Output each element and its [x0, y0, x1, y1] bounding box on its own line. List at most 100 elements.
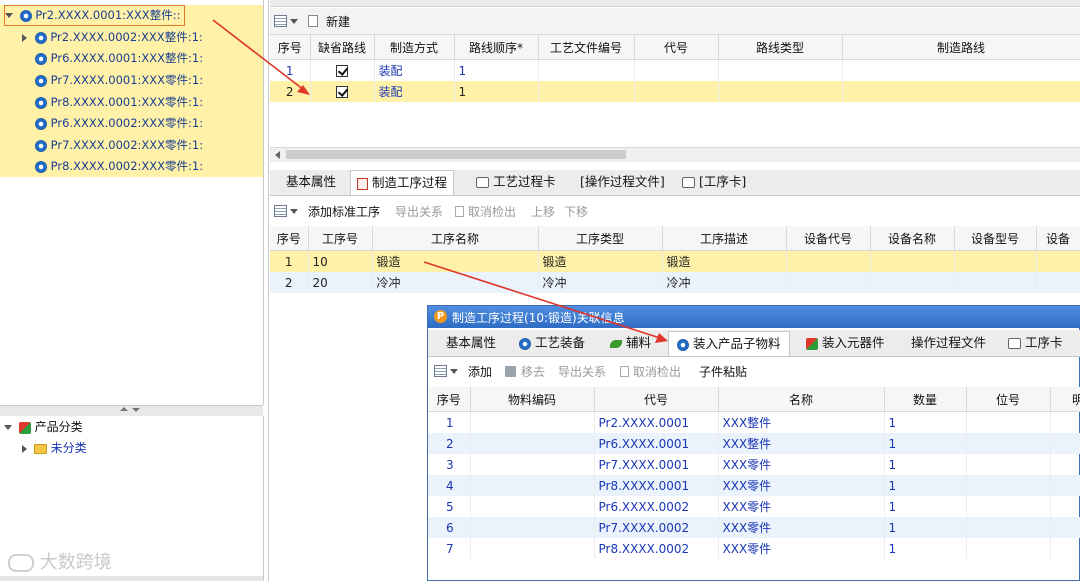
list-view-icon[interactable] — [274, 15, 287, 27]
col-header[interactable]: 制造方式 — [374, 35, 455, 60]
tree-item[interactable]: Pr7.XXXX.0002:XXX零件:1: — [35, 135, 203, 156]
tab-materials[interactable]: 辅料 — [610, 331, 651, 355]
expand-down-icon[interactable] — [5, 13, 13, 18]
splitter-up-icon[interactable] — [120, 407, 128, 411]
dropdown-icon[interactable] — [450, 369, 458, 374]
remove-button[interactable]: 移去 — [521, 363, 545, 380]
table-row[interactable]: 5 Pr6.XXXX.0002 XXX零件 1 — [428, 496, 1080, 517]
tab-sub-materials[interactable]: 装入产品子物料 — [668, 331, 790, 356]
cell-name: XXX零件 — [718, 475, 885, 496]
tab-process-card[interactable]: 工艺过程卡 — [476, 170, 556, 194]
cancel-checkout-button[interactable]: 取消检出 — [468, 203, 516, 220]
tree-item-label: Pr2.XXXX.0001:XXX整件:: — [35, 8, 181, 22]
col-header[interactable]: 工序名称 — [372, 226, 539, 251]
col-header[interactable]: 设备代号 — [786, 226, 871, 251]
cell-seq: 4 — [428, 475, 471, 496]
tab-basic-props[interactable]: 基本属性 — [286, 170, 336, 194]
scroll-thumb[interactable] — [286, 150, 626, 159]
add-standard-step-button[interactable]: 添加标准工序 — [308, 203, 380, 220]
default-checkbox[interactable] — [336, 86, 348, 98]
table-row[interactable]: 7 Pr8.XXXX.0002 XXX零件 1 — [428, 538, 1080, 559]
col-header[interactable]: 路线顺序* — [454, 35, 539, 60]
col-header[interactable]: 数量 — [884, 387, 967, 412]
expand-right-icon[interactable] — [22, 33, 27, 42]
dialog-grid: 序号 物料编码 代号 名称 数量 位号 明细 1 Pr2.XXXX.0001 X… — [428, 387, 1080, 577]
tree-item[interactable]: Pr6.XXXX.0001:XXX整件:1: — [35, 48, 203, 69]
watermark-logo-icon — [8, 554, 34, 572]
bottom-scrollbar[interactable] — [0, 576, 263, 581]
category-root[interactable]: 产品分类 — [4, 417, 83, 437]
expand-right-icon[interactable] — [22, 444, 27, 453]
col-header[interactable]: 明细 — [1050, 387, 1080, 412]
paste-children-button[interactable]: 子件粘贴 — [699, 363, 747, 380]
table-row[interactable]: 4 Pr8.XXXX.0001 XXX零件 1 — [428, 475, 1080, 496]
list-view-icon[interactable] — [434, 365, 447, 377]
col-header[interactable]: 序号 — [270, 226, 309, 251]
splitter-down-icon[interactable] — [132, 408, 140, 412]
table-row-selected[interactable]: 1 10 锻造 锻造 锻造 — [270, 250, 1080, 272]
cell-name: XXX零件 — [718, 538, 885, 559]
tree-item[interactable]: Pr6.XXXX.0002:XXX零件:1: — [35, 113, 203, 134]
col-header[interactable]: 设备型号 — [954, 226, 1037, 251]
new-button[interactable]: 新建 — [326, 13, 350, 30]
scroll-left-icon[interactable] — [275, 151, 280, 159]
move-up-button[interactable]: 上移 — [531, 203, 555, 220]
tab-basic-props[interactable]: 基本属性 — [446, 331, 496, 355]
tab-process[interactable]: 制造工序过程 — [350, 170, 454, 195]
cell-code: Pr8.XXXX.0001 — [594, 475, 719, 496]
col-header[interactable]: 工序类型 — [538, 226, 663, 251]
export-relation-button[interactable]: 导出关系 — [395, 203, 443, 220]
list-view-icon[interactable] — [274, 205, 287, 217]
watermark-text: 大数跨境 — [39, 552, 112, 573]
expand-down-icon[interactable] — [4, 425, 12, 430]
tree-item[interactable]: Pr8.XXXX.0002:XXX零件:1: — [35, 156, 203, 177]
export-relation-button[interactable]: 导出关系 — [558, 363, 606, 380]
checkin-icon — [455, 206, 464, 217]
tree-item[interactable]: Pr7.XXXX.0001:XXX零件:1: — [35, 70, 203, 91]
watermark: 大数跨境 — [8, 548, 112, 574]
dropdown-icon[interactable] — [290, 209, 298, 214]
table-row[interactable]: 6 Pr7.XXXX.0002 XXX零件 1 — [428, 517, 1080, 538]
dialog-titlebar[interactable]: P 制造工序过程(10:锻造)关联信息 — [428, 306, 1080, 328]
col-header[interactable]: 名称 — [718, 387, 885, 412]
dropdown-icon[interactable] — [290, 19, 298, 24]
table-row[interactable]: 2 20 冷冲 冷冲 冷冲 — [270, 272, 1080, 293]
tree-item[interactable]: Pr2.XXXX.0002:XXX整件:1: — [22, 27, 203, 48]
left-tree-panel: Pr2.XXXX.0001:XXX整件:: Pr2.XXXX.0002:XXX整… — [0, 0, 264, 405]
tab-step-card[interactable]: [工序卡] — [682, 170, 746, 194]
col-header[interactable]: 工序描述 — [662, 226, 787, 251]
col-header[interactable]: 位号 — [966, 387, 1051, 412]
route-hscrollbar[interactable] — [270, 147, 1080, 162]
table-row[interactable]: 2 Pr6.XXXX.0001 XXX整件 1 — [428, 433, 1080, 454]
table-row[interactable]: 1 装配 1 — [270, 59, 1080, 81]
tab-equipment[interactable]: 工艺装备 — [519, 331, 585, 355]
tab-step-card[interactable]: 工序卡 — [1008, 331, 1063, 355]
col-header[interactable]: 制造路线 — [842, 35, 1080, 60]
table-row-selected[interactable]: 2 装配 1 — [270, 81, 1080, 102]
tab-components[interactable]: 装入元器件 — [806, 331, 885, 355]
col-header[interactable]: 工艺文件编号 — [538, 35, 635, 60]
default-checkbox[interactable] — [336, 65, 348, 77]
add-button[interactable]: 添加 — [468, 363, 492, 380]
col-header[interactable]: 设备 — [1036, 226, 1080, 251]
col-header[interactable]: 物料编码 — [470, 387, 595, 412]
col-header[interactable]: 设备名称 — [870, 226, 955, 251]
move-down-button[interactable]: 下移 — [564, 203, 588, 220]
tree-item-root[interactable]: Pr2.XXXX.0001:XXX整件:: — [4, 5, 186, 26]
col-header[interactable]: 工序号 — [308, 226, 373, 251]
col-header[interactable]: 序号 — [428, 387, 471, 412]
tab-operation-file[interactable]: [操作过程文件] — [580, 170, 665, 194]
col-header[interactable]: 路线类型 — [718, 35, 843, 60]
table-row[interactable]: 1 Pr2.XXXX.0001 XXX整件 1 — [428, 411, 1080, 433]
tab-operation-file[interactable]: 操作过程文件 — [911, 331, 986, 355]
col-header[interactable]: 代号 — [634, 35, 719, 60]
col-header[interactable]: 缺省路线 — [310, 35, 375, 60]
dialog-tabbar: 基本属性 工艺装备 辅料 装入产品子物料 装入元器件 操作过程文件 工序卡 — [428, 330, 1080, 357]
category-child[interactable]: 未分类 — [22, 438, 87, 458]
table-row[interactable]: 3 Pr7.XXXX.0001 XXX零件 1 — [428, 454, 1080, 475]
cancel-checkout-button[interactable]: 取消检出 — [633, 363, 681, 380]
col-header[interactable]: 代号 — [594, 387, 719, 412]
col-header[interactable]: 序号 — [270, 35, 311, 60]
tree-item[interactable]: Pr8.XXXX.0001:XXX零件:1: — [35, 92, 203, 113]
cell-seq: 2 — [270, 272, 309, 293]
